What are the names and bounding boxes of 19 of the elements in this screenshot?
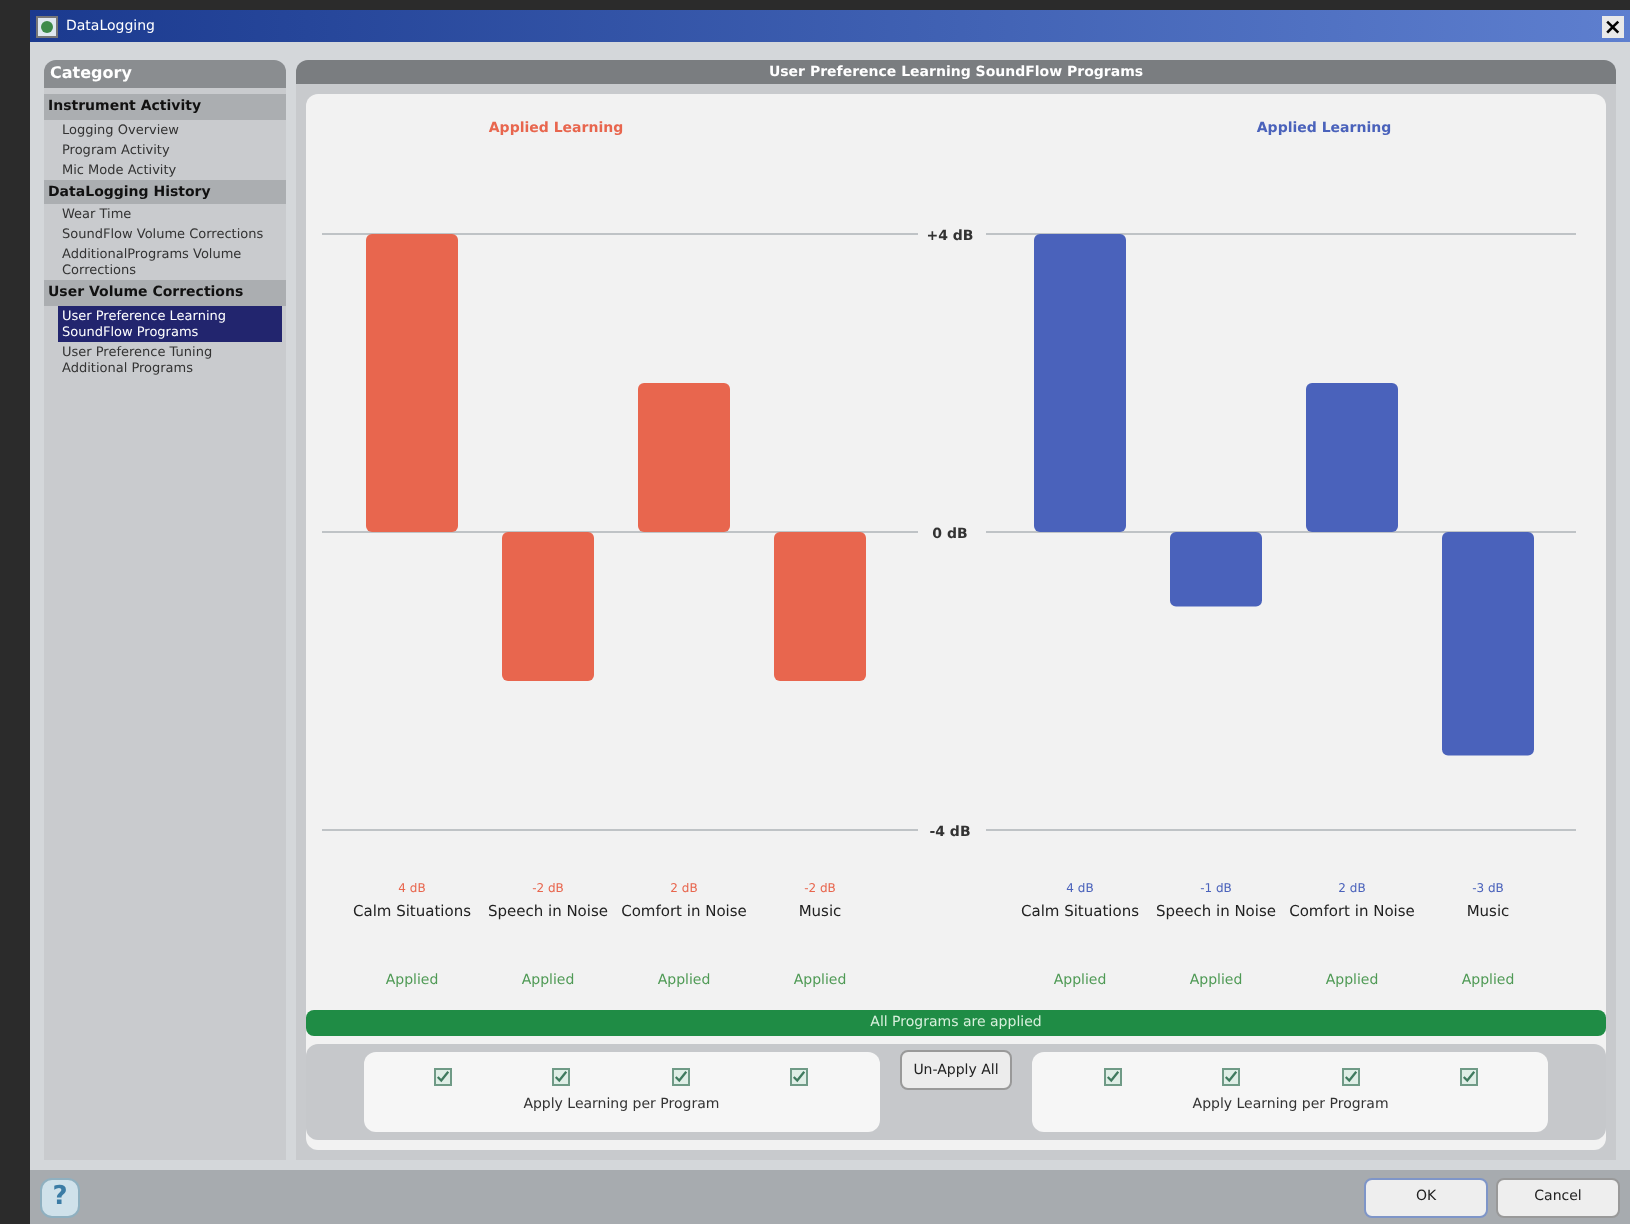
app-icon: [36, 15, 58, 37]
check-icon: [435, 1070, 450, 1085]
checkbox[interactable]: [552, 1068, 571, 1087]
check-icon: [1224, 1070, 1239, 1085]
checkbox[interactable]: [671, 1068, 690, 1087]
close-button[interactable]: ×: [1601, 15, 1624, 37]
check-icon: [1343, 1070, 1358, 1085]
sidebar-header: Category: [44, 60, 286, 88]
checkbox[interactable]: [1460, 1068, 1479, 1087]
checkbox[interactable]: [433, 1068, 452, 1087]
check-icon: [792, 1070, 807, 1085]
checkbox[interactable]: [1341, 1068, 1360, 1087]
check-icon: [1105, 1070, 1120, 1085]
checkbox[interactable]: [1222, 1068, 1241, 1087]
checkbox[interactable]: [790, 1068, 809, 1087]
checkbox[interactable]: [1103, 1068, 1122, 1087]
check-icon: [554, 1070, 569, 1085]
check-icon: [1462, 1070, 1477, 1085]
check-icon: [673, 1070, 688, 1085]
